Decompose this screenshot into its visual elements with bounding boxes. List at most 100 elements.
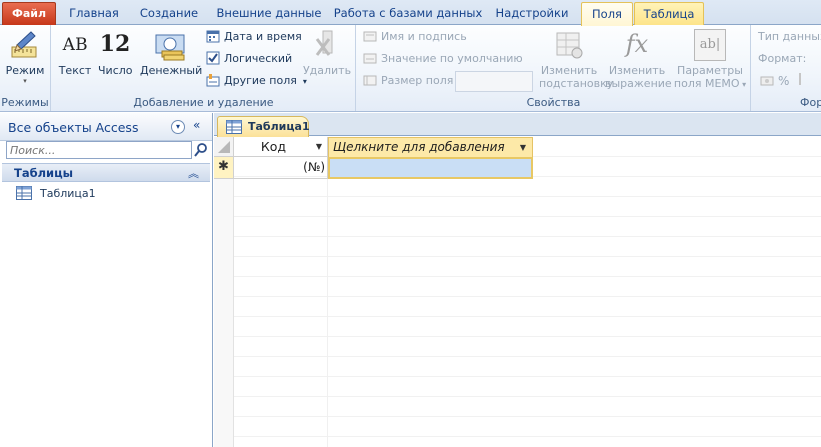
- format-buttons: %: [760, 71, 809, 91]
- ribbon: Режим ▾ Режимы АВ Текст 12 Число Денежны…: [0, 25, 821, 112]
- column-header-id-label: Код: [260, 139, 287, 154]
- chevron-down-icon: ▾: [300, 77, 307, 86]
- mode-label: Режим: [5, 64, 45, 77]
- nav-menu-dropdown-icon[interactable]: ▾: [171, 120, 185, 134]
- function-icon: fx: [625, 30, 649, 58]
- datasheet-grid: Код ▼ Щелкните для добавления ▼ ✱ (№): [214, 137, 821, 447]
- lookup-icon: [553, 29, 585, 61]
- select-all-corner[interactable]: [214, 137, 234, 157]
- change-expression-label-2: выражение: [605, 77, 672, 90]
- document-tab-bar: Таблица1: [214, 113, 821, 137]
- nav-group-tables[interactable]: Таблицы ︽: [2, 163, 210, 182]
- nav-pane-header[interactable]: Все объекты Access ▾ «: [0, 113, 212, 141]
- group-add-delete-label: Добавление и удаление: [133, 96, 274, 109]
- document-area: Таблица1 Код ▼ Щелкните для добавления ▼…: [214, 113, 821, 447]
- chevron-up-double-icon[interactable]: ︽: [188, 165, 199, 181]
- grid-column-line: [234, 137, 328, 447]
- chevron-down-icon[interactable]: ▼: [520, 138, 526, 158]
- calendar-icon: [206, 29, 220, 43]
- ribbon-tab-bar: Файл Главная Создание Внешние данные Раб…: [0, 0, 821, 26]
- nav-pane-title: Все объекты Access: [8, 120, 139, 135]
- search-icon[interactable]: [193, 141, 209, 159]
- field-size-label: Размер поля: [381, 74, 454, 87]
- format-label: Формат:: [758, 52, 807, 65]
- group-properties-label: Свойства: [526, 96, 581, 109]
- default-value-button[interactable]: Значение по умолчанию: [363, 49, 523, 69]
- column-header-add-field[interactable]: Щелкните для добавления ▼: [328, 137, 533, 157]
- group-format-label: Фор: [800, 96, 821, 109]
- table-icon: [16, 186, 32, 200]
- document-tab-label: Таблица1: [248, 120, 310, 133]
- tab-database-tools[interactable]: Работа с базами данных: [332, 2, 484, 25]
- text-field-label: Текст: [58, 64, 92, 77]
- tab-table[interactable]: Таблица: [634, 2, 704, 25]
- other-fields-button[interactable]: Другие поля ▾: [206, 71, 307, 91]
- number-field-button[interactable]: 12 Число: [98, 29, 133, 77]
- default-value-icon: [363, 51, 377, 65]
- column-header-add-label: Щелкните для добавления: [333, 140, 505, 154]
- nav-search-input[interactable]: [6, 141, 192, 159]
- logical-field-label: Логический: [224, 52, 293, 65]
- name-caption-label: Имя и подпись: [381, 30, 467, 43]
- cell-id-new[interactable]: (№): [234, 157, 328, 179]
- group-format: Тип данных Формат: % Фор: [752, 25, 821, 111]
- currency-field-label: Денежный: [140, 64, 203, 77]
- design-mode-icon: [9, 29, 41, 61]
- group-properties: Имя и подпись Значение по умолчанию Разм…: [357, 25, 751, 111]
- tab-external-data[interactable]: Внешние данные: [212, 2, 326, 25]
- currency-icon: [154, 29, 186, 61]
- text-field-button[interactable]: АВ Текст: [58, 29, 92, 77]
- datetime-field-button[interactable]: Дата и время: [206, 27, 302, 47]
- change-lookup-button[interactable]: Изменить подстановку: [539, 29, 613, 90]
- mode-button[interactable]: Режим ▾: [4, 29, 46, 85]
- field-size-icon: [363, 73, 377, 87]
- comma-format-icon[interactable]: [798, 73, 809, 85]
- default-value-label: Значение по умолчанию: [381, 52, 523, 65]
- change-expression-button[interactable]: fx Изменить выражение: [605, 29, 672, 90]
- other-fields-label: Другие поля: [224, 74, 297, 87]
- chevron-down-icon[interactable]: ▼: [316, 137, 322, 157]
- logical-field-button[interactable]: Логический: [206, 49, 292, 69]
- nav-pane-collapse-icon[interactable]: «: [193, 118, 200, 132]
- name-caption-icon: [363, 29, 377, 43]
- delete-icon: [311, 29, 343, 61]
- tab-create[interactable]: Создание: [132, 2, 206, 25]
- column-header-id[interactable]: Код ▼: [234, 137, 328, 157]
- tab-home[interactable]: Главная: [62, 2, 126, 25]
- change-lookup-label-2: подстановку: [539, 77, 614, 90]
- field-size-input[interactable]: [455, 71, 533, 92]
- field-size-label-wrap: Размер поля: [363, 71, 453, 91]
- memo-settings-label-1: Параметры: [677, 64, 743, 77]
- currency-field-button[interactable]: Денежный: [140, 29, 203, 77]
- new-record-selector[interactable]: ✱: [214, 157, 234, 179]
- new-record-icon: ✱: [218, 159, 229, 174]
- group-modes: Режим ▾ Режимы: [0, 25, 51, 111]
- change-lookup-label-1: Изменить: [540, 64, 598, 77]
- group-modes-label: Режимы: [1, 96, 49, 109]
- nav-group-label: Таблицы: [14, 166, 74, 180]
- cell-add-field-new[interactable]: [328, 157, 533, 179]
- name-caption-button[interactable]: Имя и подпись: [363, 27, 467, 47]
- document-tab-table1[interactable]: Таблица1: [217, 116, 310, 137]
- number-field-label: Число: [98, 64, 133, 77]
- nav-item-label: Таблица1: [40, 187, 96, 200]
- number-field-icon: 12: [99, 31, 131, 57]
- other-fields-icon: [206, 73, 220, 87]
- chevron-down-icon: ▾: [23, 77, 27, 85]
- change-expression-label-1: Изменить: [608, 64, 666, 77]
- datatype-label: Тип данных: [758, 30, 821, 43]
- memo-icon: ab|: [694, 29, 726, 61]
- tab-addins[interactable]: Надстройки: [490, 2, 574, 25]
- record-selector-column: [214, 179, 234, 447]
- nav-item-table1[interactable]: Таблица1: [16, 185, 96, 203]
- percent-format-button[interactable]: %: [778, 74, 789, 88]
- tab-fields[interactable]: Поля: [581, 2, 633, 26]
- chevron-down-icon: ▾: [739, 80, 747, 89]
- delete-field-label: Удалить: [302, 64, 352, 77]
- memo-settings-button[interactable]: ab| Параметры поля МЕМО ▾: [673, 29, 747, 91]
- memo-settings-label-2: поля МЕМО: [673, 77, 740, 90]
- delete-field-button[interactable]: Удалить: [302, 29, 352, 77]
- tab-file[interactable]: Файл: [2, 2, 56, 25]
- currency-format-icon[interactable]: [760, 74, 774, 88]
- checkbox-icon: [206, 51, 220, 65]
